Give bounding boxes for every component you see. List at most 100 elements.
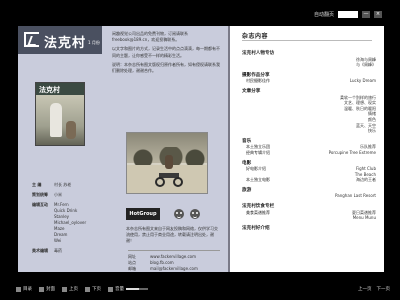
toc-entry[interactable]: 与《周峰》	[242, 62, 376, 68]
credit-row: 美术编辑 毒药	[32, 248, 102, 254]
toc-section: 电影 好电影介绍 Fight Club The Beach 本土独立电影 海边的王者	[242, 161, 376, 183]
toc-entry-title: Porcupine Tree Extreme	[328, 149, 376, 155]
feature-photo	[126, 132, 208, 194]
toc-section-heading[interactable]: 法克村好介绍	[242, 226, 376, 232]
cover-figure	[50, 103, 62, 137]
toc-entry-category: 村民摄影佳作	[246, 78, 270, 84]
toc-section: 法克村人物专访 徐海与周峰 与《周峰》	[242, 51, 376, 68]
toc-entry[interactable]: 村民摄影佳作 Lucky Dream	[242, 78, 376, 84]
credit-row: 主 编 村长 苏老	[32, 182, 102, 188]
toc-entry[interactable]: 经典专辑介绍 Porcupine Tree Extreme	[242, 150, 376, 156]
credit-key: 主 编	[32, 182, 42, 187]
toc-entry-category	[242, 62, 246, 68]
page-flip-controls: 上一页 下一页	[358, 286, 390, 292]
intro-paragraph: 以文字和图片的方式，记录生活中的点点滴滴，每一期都有不同的主题，让你感受不一样的…	[112, 46, 220, 58]
toc-section: 法克村好介绍	[242, 226, 376, 232]
intro-paragraph: 闲趣视觉公司出品的免费刊物，订阅请联系 freebook@189.cn，欢迎投稿…	[112, 31, 188, 43]
toc-title: 杂志内容	[242, 33, 269, 40]
prev-page-button[interactable]: 上页	[62, 286, 78, 292]
toc-entry[interactable]: 本土独立电影 海边的王者	[242, 177, 376, 183]
brand-logo: HotGroup	[126, 208, 160, 220]
toc-section: 音乐 本土独立乐团 乐队推荐 经典专辑介绍 Porcupine Tree Extreme	[242, 139, 376, 156]
credit-value: 小米	[54, 192, 62, 197]
volume-slider[interactable]	[126, 288, 148, 290]
toc-divider	[242, 40, 372, 41]
credit-row: 策划统筹 小米	[32, 192, 102, 198]
nav-controls: 目录 封面 上页 下页 音量	[16, 286, 148, 292]
table-of-contents: 法克村人物专访 徐海与周峰 与《周峰》 摄影作品分享 村民摄影佳作 Lucky Dream…	[242, 46, 376, 231]
intro-paragraph: 说明：本杂志所有图文版权归原作者所有，如有侵权请联系我们删除处理，谢谢合作。	[112, 61, 220, 74]
volume-fill	[126, 288, 140, 290]
home-icon	[39, 286, 44, 292]
magazine-logo: 法克村 1 月份	[18, 26, 102, 54]
toc-section: 旅游 Panghan Last Resort	[242, 188, 376, 199]
prev-page-label: 上页	[69, 287, 78, 292]
credit-value: 村长 苏老	[54, 182, 72, 187]
toc-entry[interactable]: Panghan Last Resort	[242, 193, 376, 199]
toc-section: 摄影作品分享 村民摄影佳作 Lucky Dream	[242, 73, 376, 84]
copyright-notice: 本杂志所有图文来自于网友投稿和网络，仅供学习交流使用，禁止用于商业用途，转载请注…	[126, 226, 218, 243]
toc-entry-title: Panghan Last Resort	[335, 193, 376, 199]
cover-figure	[66, 121, 76, 139]
smiley-icon	[174, 209, 184, 219]
toc-entry-category: 本土独立电影	[246, 177, 270, 183]
toc-entry-title: Lucky Dream	[349, 78, 376, 84]
toc-entry-category: 经典专辑介绍	[246, 149, 270, 155]
toc-entry-title: Menu Munu	[352, 215, 376, 221]
next-page-label: 下页	[92, 287, 101, 292]
mask-icon	[190, 209, 200, 219]
credit-value: 毒药	[54, 248, 62, 253]
contact-value[interactable]: mail@fackervillage.com	[150, 266, 198, 272]
volume-label: 音量	[115, 287, 124, 292]
toc-entry[interactable]: 快乐	[242, 128, 376, 134]
auto-flip-label[interactable]: 自动翻页	[314, 12, 334, 18]
rider-figure	[165, 155, 173, 169]
logo-icon	[24, 32, 39, 47]
toc-button[interactable]: 目录	[16, 286, 32, 292]
prev-button[interactable]: 上一页	[358, 286, 372, 292]
toc-entry-category	[242, 128, 246, 134]
toc-section: 文章分享 柔软一个别样的旅行 文艺、理想、现实 温暖、秋日的暖阳 情绪 颜色 蓝天、天空 快乐	[242, 89, 376, 134]
toc-button-label: 目录	[23, 287, 32, 292]
list-icon	[16, 286, 21, 292]
next-button[interactable]: 下一页	[377, 286, 391, 292]
top-controls: 自动翻页 — ×	[314, 11, 382, 18]
issue-label: 1 月份	[88, 40, 100, 45]
next-label: 下一页	[376, 287, 391, 292]
credit-key: 策划统筹	[32, 192, 48, 197]
intro-text: 闲趣视觉公司出品的免费刊物，订阅请联系 freebook@189.cn，欢迎投稿…	[112, 31, 222, 77]
toc-section: 法克村饮食专栏 美食菜谱推荐 夏日菜谱推荐 Menu Munu	[242, 204, 376, 221]
close-button[interactable]: ×	[374, 11, 382, 18]
toc-entry-title: 快乐	[368, 128, 376, 134]
credits: 主 编 村长 苏老 策划统筹 小米 编辑互动 Mr.Fern Quick Dri…	[32, 182, 102, 254]
prev-label: 上一页	[358, 287, 372, 292]
right-page: 杂志内容 法克村人物专访 徐海与周峰 与《周峰》 摄影作品分享 村民摄影佳作 Lucky …	[230, 26, 384, 272]
magazine-spread: 法克村 1 月份 闲趣视觉公司出品的免费刊物，订阅请联系 freebook@18…	[18, 26, 384, 272]
toc-entry-category: 美食菜谱推荐	[246, 209, 270, 215]
left-arrow-icon	[62, 286, 67, 292]
minimize-button[interactable]: —	[362, 11, 370, 18]
bottom-toolbar: 目录 封面 上页 下页 音量 上一页 下一页	[0, 276, 400, 300]
cover-button-label: 封面	[46, 287, 55, 292]
volume-control[interactable]: 音量	[108, 286, 148, 292]
right-arrow-icon	[85, 286, 90, 292]
contact-key: 邮箱	[128, 266, 136, 271]
left-page: 法克村 1 月份 闲趣视觉公司出品的免费刊物，订阅请联系 freebook@18…	[18, 26, 228, 272]
next-page-button[interactable]: 下页	[85, 286, 101, 292]
cover-title: 法克村	[39, 86, 60, 94]
credit-key: 编辑互动	[32, 202, 48, 207]
credit-key: 美术编辑	[32, 248, 48, 253]
toc-entry-title: 海边的王者	[356, 177, 376, 183]
cover-button[interactable]: 封面	[39, 286, 55, 292]
team-list: Quick Drink Stanley Michael_oylover Maze…	[54, 208, 102, 244]
toc-entry-title: 与《周峰》	[356, 62, 376, 68]
toc-entry-category	[242, 193, 246, 199]
toc-entry[interactable]: Menu Munu	[242, 215, 376, 221]
logo-text: 法克村	[44, 36, 87, 51]
contact-info: 网址 www.fackervillage.com 站点 blog.fb.com …	[128, 250, 220, 272]
page-number-input[interactable]	[338, 11, 358, 18]
contact-row: 邮箱 mail@fackervillage.com	[128, 266, 220, 272]
top-toolbar: 自动翻页 — ×	[0, 0, 400, 26]
cover-thumbnail[interactable]: 法克村	[35, 82, 85, 146]
toc-entry-category	[242, 215, 246, 221]
